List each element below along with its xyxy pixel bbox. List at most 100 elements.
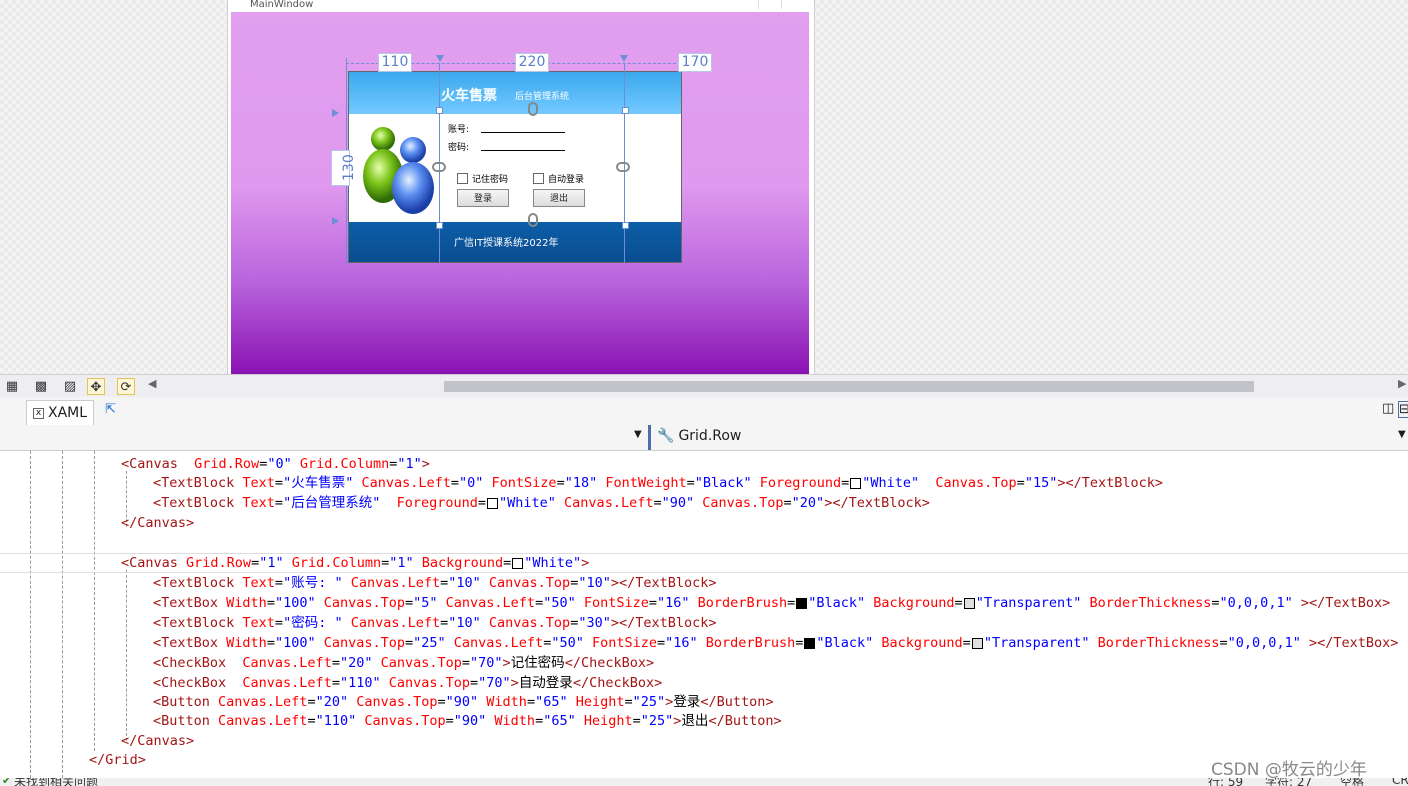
designer-horizontal-scrollbar[interactable] [444, 381, 1254, 392]
code-line[interactable]: <TextBlock Text="后台管理系统" Foreground= "Whi… [153, 494, 930, 513]
grid-settings-icon[interactable]: ▩ [32, 378, 50, 395]
grid-icon[interactable]: ▦ [3, 378, 21, 395]
code-token: = [274, 495, 284, 511]
code-line[interactable]: <Button Canvas.Left="110" Canvas.Top="90… [153, 712, 782, 731]
code-token: <Canvas [121, 456, 178, 472]
login-button[interactable]: 登录 [457, 189, 509, 207]
code-token: <TextBox [153, 635, 219, 651]
code-token: </CheckBox> [564, 655, 655, 671]
element-selector[interactable]: 🔧 Grid.Row [657, 428, 741, 444]
color-swatch-icon[interactable] [487, 497, 499, 509]
column-marker-2-icon[interactable] [620, 55, 628, 62]
scroll-right-icon[interactable]: ▶ [1398, 377, 1406, 390]
tab-xaml[interactable]: x XAML [26, 400, 95, 425]
code-token: FontSize [583, 635, 658, 651]
code-line[interactable]: <Canvas Grid.Row="0" Grid.Column="1"> [121, 455, 430, 474]
password-label: 密码: [448, 143, 470, 153]
code-line[interactable]: <TextBox Width="100" Canvas.Top="5" Canv… [153, 594, 1390, 613]
color-swatch-icon[interactable] [804, 637, 816, 649]
code-token: BorderThickness [1089, 635, 1220, 651]
checkerboard-icon[interactable]: ▨ [61, 378, 79, 395]
window-close-button[interactable] [781, 0, 804, 9]
code-token: = [1211, 595, 1220, 611]
code-token: = [450, 475, 460, 491]
window-minimize-button[interactable] [758, 0, 781, 9]
code-line[interactable]: <Button Canvas.Left="20" Canvas.Top="90"… [153, 693, 773, 712]
selection-handle[interactable] [436, 222, 443, 229]
right-dropdown-chevron-down-icon[interactable]: ▼ [1398, 429, 1406, 440]
refresh-icon[interactable]: ⟳ [117, 378, 135, 395]
code-line[interactable]: </Canvas> [121, 732, 194, 751]
code-token: "50" [551, 635, 584, 651]
code-token: "5" [413, 595, 438, 611]
remember-password-checkbox[interactable]: 记住密码 [457, 172, 508, 185]
xaml-code-editor[interactable]: <Canvas Grid.Row="0" Grid.Column="1"> <Te… [0, 451, 1408, 778]
split-vertical-icon[interactable]: ◫ [1382, 401, 1394, 416]
code-token: "110" [339, 675, 381, 691]
selection-handle[interactable] [622, 222, 629, 229]
footer-text: 广信IT授课系统2022年 [454, 238, 559, 249]
designer-surface[interactable]: MainWindow 火车售票 后台管理系统 账号: 密码: 记住密码 自动登录… [0, 0, 1408, 374]
row-marker-1-icon[interactable] [332, 109, 339, 117]
color-swatch-icon[interactable] [796, 597, 808, 609]
code-token: ></TextBox> [1300, 635, 1399, 651]
code-token: = [405, 635, 414, 651]
code-token: Canvas.Left [342, 575, 441, 591]
code-line[interactable]: <CheckBox Canvas.Left="20" Canvas.Top="7… [153, 654, 654, 673]
code-line[interactable]: <TextBox Width="100" Canvas.Top="25" Can… [153, 634, 1398, 653]
color-swatch-icon[interactable] [512, 557, 524, 569]
code-token: Background [865, 595, 955, 611]
row-height-1[interactable]: 130 [331, 150, 357, 186]
code-token: "Transparent" [983, 635, 1090, 651]
code-token: = [962, 635, 971, 651]
snap-icon[interactable]: ✥ [87, 378, 105, 395]
column-width-2[interactable]: 220 [515, 53, 549, 72]
code-token: = [535, 713, 544, 729]
selection-handle[interactable] [622, 107, 629, 114]
chain-link-icon[interactable] [528, 102, 538, 116]
code-token: "1" [397, 456, 422, 472]
row-marker-2-icon[interactable] [332, 217, 339, 225]
code-token: Width [218, 635, 267, 651]
code-line[interactable]: </Canvas> [121, 514, 194, 533]
code-token: <TextBlock [153, 615, 235, 631]
chain-link-icon[interactable] [432, 162, 446, 172]
auto-login-checkbox[interactable]: 自动登录 [533, 172, 584, 185]
code-token: = [954, 595, 963, 611]
code-token: FontWeight [597, 475, 687, 491]
exit-button[interactable]: 退出 [533, 189, 585, 207]
code-line[interactable]: <TextBlock Text="密码: " Canvas.Left="10" … [153, 614, 717, 633]
code-line[interactable]: <CheckBox Canvas.Left="110" Canvas.Top="… [153, 674, 662, 693]
color-swatch-icon[interactable] [971, 637, 983, 649]
color-swatch-icon[interactable] [963, 597, 975, 609]
tab-xaml-label: XAML [48, 405, 88, 421]
split-horizontal-icon[interactable]: ⊟ [1398, 401, 1408, 418]
code-line[interactable]: <Canvas Grid.Row="1" Grid.Column="1" Bac… [121, 554, 589, 573]
code-token: Canvas.Left [353, 475, 451, 491]
code-line[interactable]: </Grid> [89, 751, 146, 770]
password-input[interactable] [481, 140, 565, 151]
color-swatch-icon[interactable] [850, 477, 862, 489]
column-marker-1-icon[interactable] [436, 55, 444, 62]
code-token: = [470, 675, 479, 691]
left-dropdown-chevron-down-icon[interactable]: ▼ [634, 429, 642, 440]
column-width-1[interactable]: 110 [378, 53, 412, 72]
code-token: = [526, 694, 536, 710]
code-line[interactable]: <TextBlock Text="火车售票" Canvas.Left="0" F… [153, 474, 1163, 493]
chain-link-icon[interactable] [616, 162, 630, 172]
selection-handle[interactable] [436, 107, 443, 114]
code-token: = [445, 713, 454, 729]
problems-status[interactable]: 未找到相关问题 [14, 778, 98, 786]
scroll-left-icon[interactable]: ◀ [148, 377, 156, 390]
column-width-3[interactable]: 170 [678, 53, 712, 72]
chain-link-icon[interactable] [528, 213, 538, 227]
code-token: "18" [564, 475, 598, 491]
code-token: "10" [448, 615, 481, 631]
users-avatar-icon [363, 127, 434, 214]
code-token: "White" [499, 495, 556, 511]
account-input[interactable] [481, 122, 565, 133]
code-token: Canvas.Left [209, 694, 308, 710]
code-token: "90" [661, 495, 695, 511]
code-line[interactable]: <TextBlock Text="账号: " Canvas.Left="10" … [153, 574, 717, 593]
popout-icon[interactable]: ⇱ [105, 402, 116, 417]
